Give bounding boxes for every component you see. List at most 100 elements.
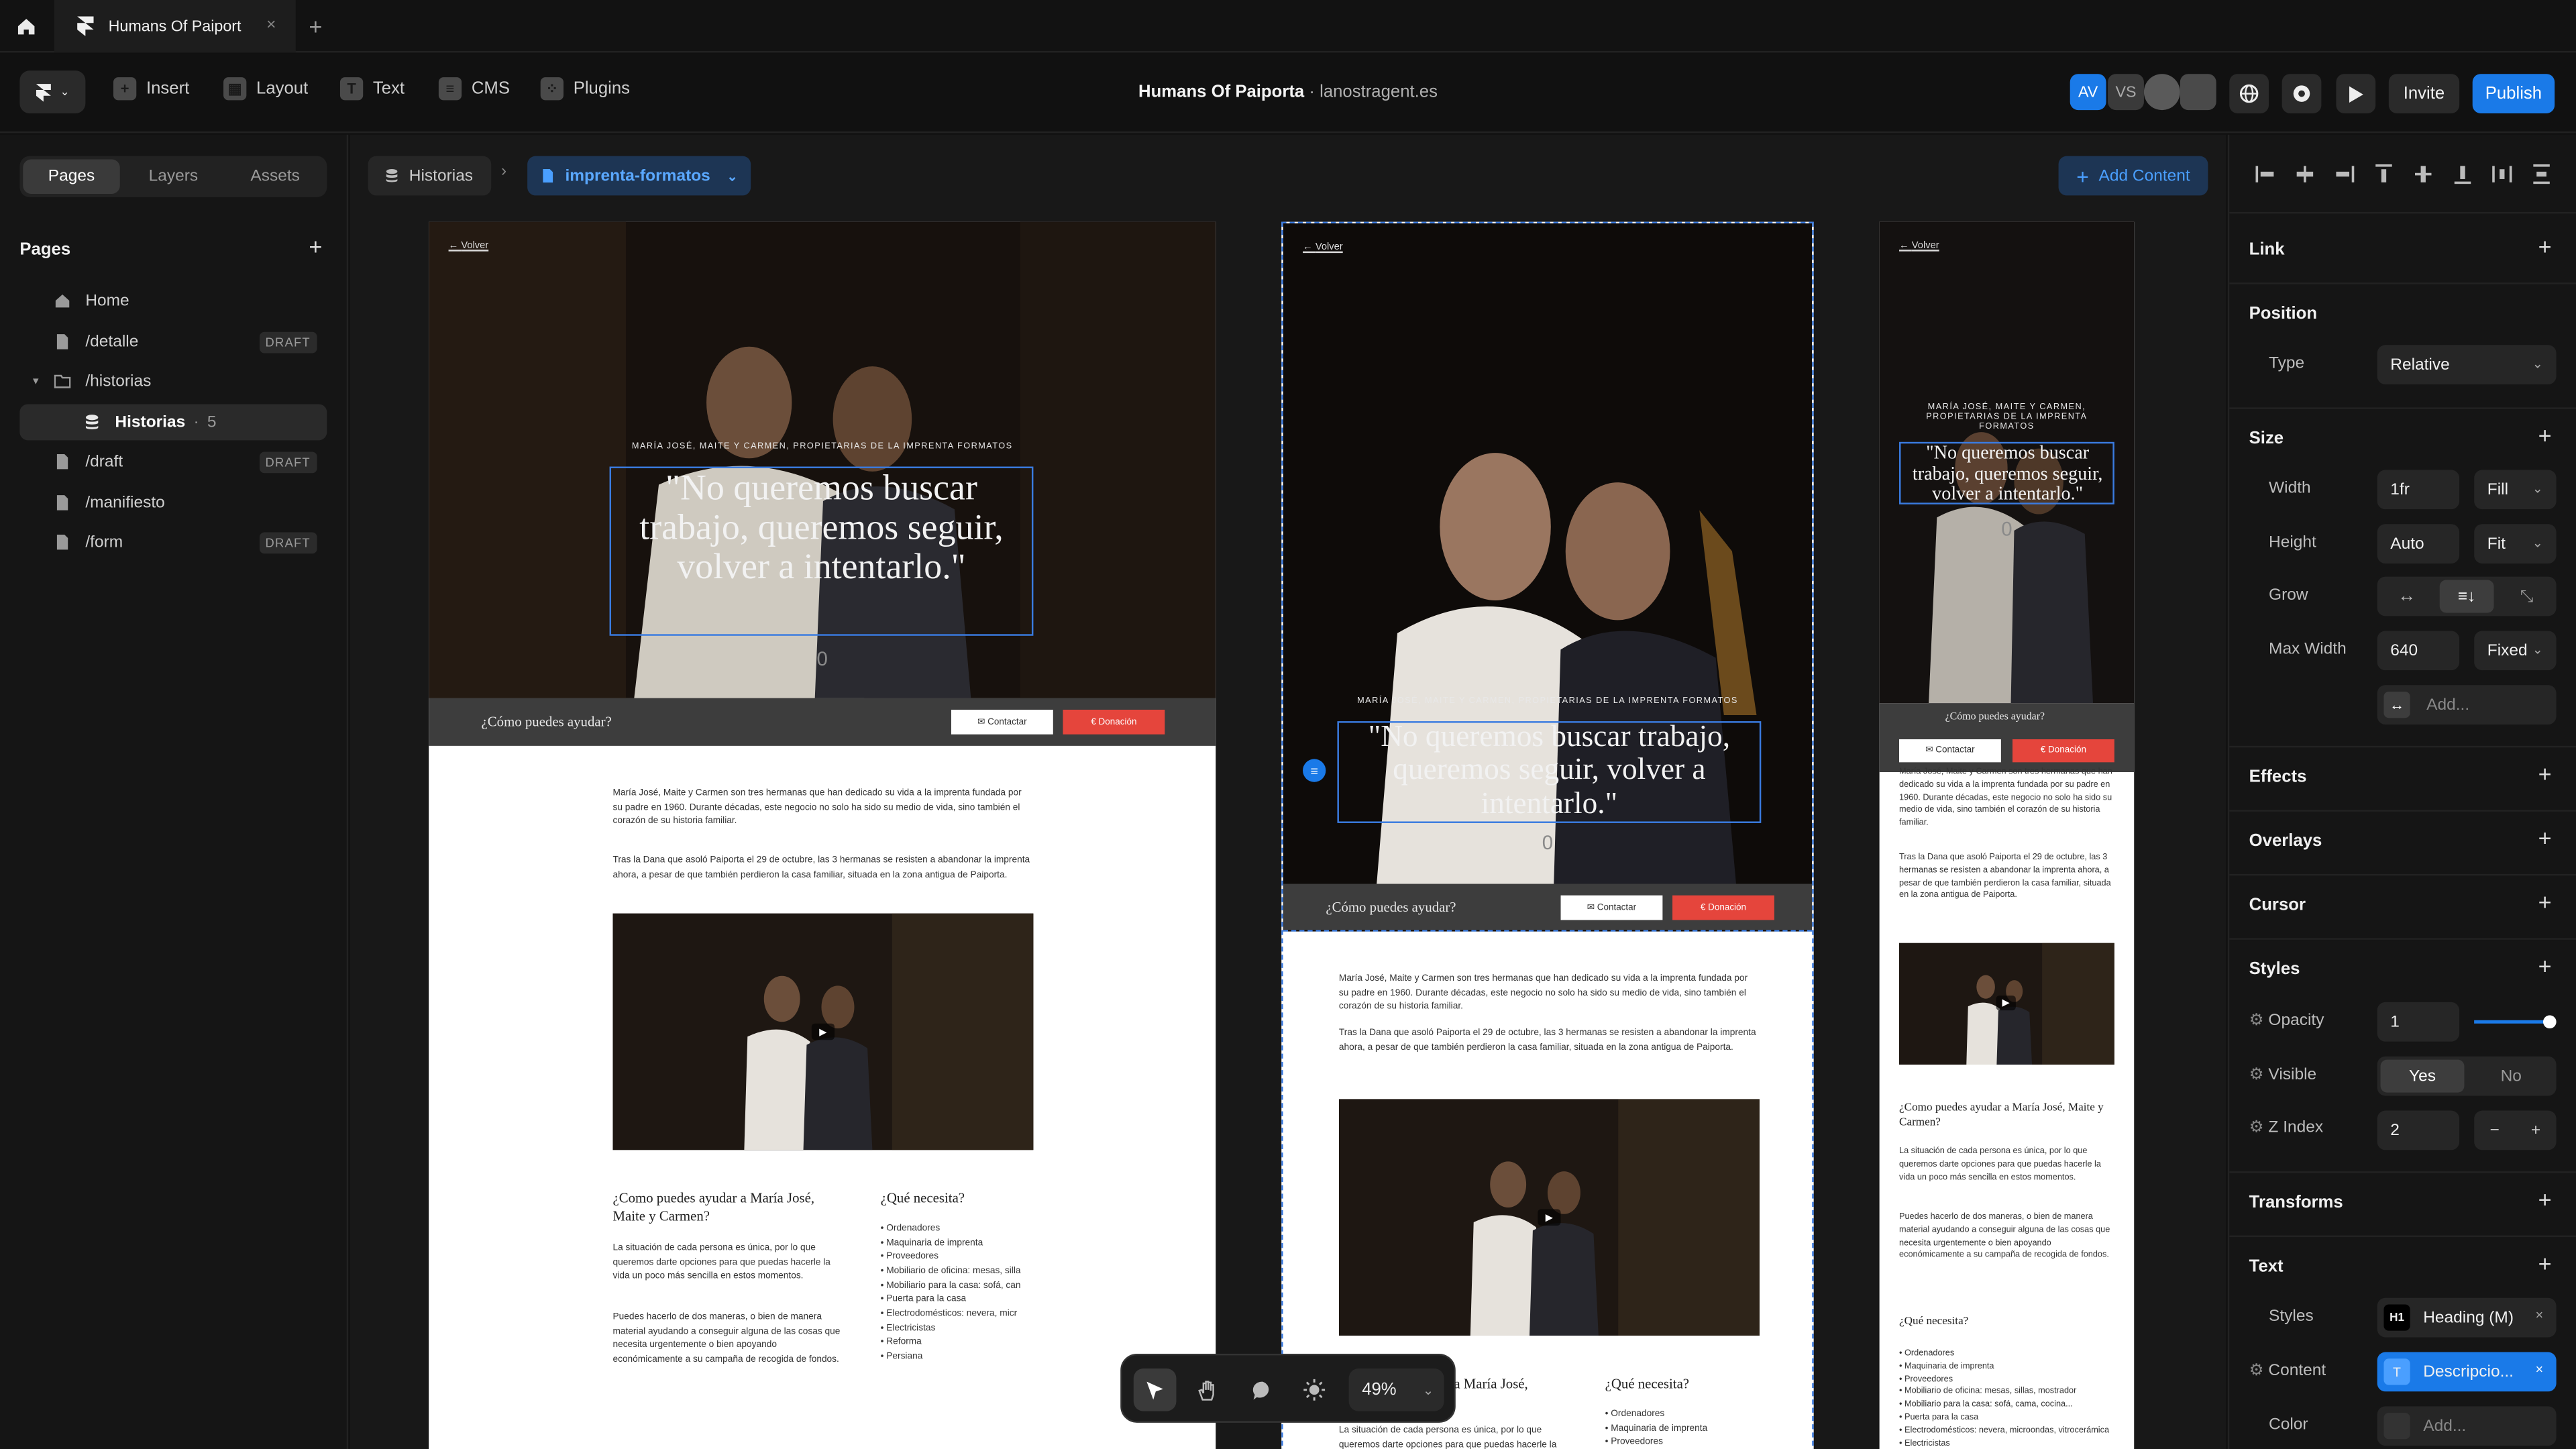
project-name: Humans Of Paiporta — [1138, 82, 1305, 102]
play-icon[interactable]: ▶ — [1996, 996, 2016, 1011]
increment-button[interactable]: + — [2515, 1111, 2556, 1150]
align-left-icon[interactable] — [2255, 164, 2275, 184]
page-item-historias-folder[interactable]: ▾ /historias — [19, 363, 327, 399]
page-item-draft[interactable]: /draft DRAFT — [19, 443, 327, 480]
new-tab-button[interactable]: + — [309, 13, 322, 40]
back-link[interactable]: ← Volver — [1303, 243, 1343, 253]
add-content-button[interactable]: + Add Content — [2058, 156, 2208, 196]
z-index-input[interactable]: 2 — [2377, 1110, 2460, 1150]
avatar[interactable] — [2180, 74, 2216, 111]
invite-button[interactable]: Invite — [2388, 74, 2460, 113]
align-middle-icon[interactable] — [2414, 164, 2433, 184]
page-item-detalle[interactable]: /detalle DRAFT — [19, 323, 327, 360]
close-tab-icon[interactable]: × — [266, 16, 276, 34]
color-field[interactable]: Add... — [2377, 1406, 2557, 1446]
add-transform-button[interactable]: + — [2538, 1186, 2552, 1212]
back-link[interactable]: ← Volver — [1899, 241, 1939, 252]
add-style-button[interactable]: + — [2538, 953, 2552, 979]
globe-button[interactable] — [2229, 74, 2269, 113]
donate-button[interactable]: € Donación — [2012, 739, 2114, 763]
max-width-input[interactable]: 640 — [2377, 631, 2460, 671]
visible-yes-option[interactable]: Yes — [2380, 1059, 2465, 1093]
avatar[interactable]: VS — [2108, 74, 2144, 111]
tablet-breakpoint-frame[interactable]: ← Volver MARÍA JOSÉ, MAITE Y CARMEN, PRO… — [1281, 221, 1814, 1449]
remove-icon[interactable]: × — [2536, 1307, 2543, 1322]
add-size-button[interactable]: + — [2538, 422, 2552, 448]
phone-breakpoint-frame[interactable]: ← Volver MARÍA JOSÉ, MAITE Y CARMEN, PRO… — [1879, 221, 2135, 1449]
document-tab[interactable]: Humans Of Paiport × — [54, 0, 296, 53]
page-icon — [56, 453, 68, 470]
height-mode-select[interactable]: Fit ⌄ — [2474, 524, 2557, 564]
breadcrumb-parent[interactable]: Historias — [368, 156, 492, 196]
donate-button[interactable]: € Donación — [1063, 709, 1165, 735]
play-icon[interactable]: ▶ — [811, 1023, 835, 1040]
remove-icon[interactable]: × — [2536, 1362, 2543, 1377]
opacity-slider-knob[interactable] — [2543, 1015, 2557, 1029]
width-label: Width — [2269, 480, 2311, 498]
width-mode-select[interactable]: Fill ⌄ — [2474, 470, 2557, 510]
selection-outline — [1899, 441, 2114, 504]
zoom-select[interactable]: 49% ⌄ — [1348, 1368, 1444, 1411]
position-type-select[interactable]: Relative ⌄ — [2377, 345, 2557, 385]
avatar[interactable]: AV — [2070, 74, 2106, 111]
theme-toggle-button[interactable] — [1293, 1368, 1336, 1411]
align-right-icon[interactable] — [2334, 164, 2355, 184]
height-input[interactable]: Auto — [2377, 524, 2460, 564]
decrement-button[interactable]: − — [2474, 1111, 2515, 1150]
add-cursor-button[interactable]: + — [2538, 889, 2552, 915]
visible-no-option[interactable]: No — [2469, 1060, 2553, 1093]
page-item-historias-collection[interactable]: Historias · 5 — [19, 404, 327, 441]
comment-tool-button[interactable] — [1240, 1368, 1283, 1411]
content-variable-field[interactable]: T Descripcio... × — [2377, 1352, 2557, 1392]
page-item-home[interactable]: Home — [19, 282, 327, 319]
preview-button[interactable] — [2336, 74, 2376, 113]
video-player[interactable]: ▶ — [612, 913, 1034, 1150]
distribute-vertical-icon[interactable] — [2532, 164, 2551, 184]
desktop-breakpoint-frame[interactable]: ← Volver MARÍA JOSÉ, MAITE Y CARMEN, PRO… — [429, 221, 1216, 1449]
grow-vertical-icon[interactable]: ≡↓ — [2439, 580, 2494, 613]
max-width-mode-select[interactable]: Fixed ⌄ — [2474, 631, 2557, 671]
contact-button[interactable]: ✉ Contactar — [1899, 739, 2001, 763]
donate-button[interactable]: € Donación — [1672, 895, 1774, 920]
add-effect-button[interactable]: + — [2538, 761, 2552, 787]
add-page-button[interactable]: + — [309, 233, 322, 260]
page-item-manifiesto[interactable]: /manifiesto — [19, 484, 327, 521]
contact-button[interactable]: ✉ Contactar — [951, 709, 1053, 735]
chevron-down-icon[interactable]: ▾ — [33, 374, 39, 388]
back-link[interactable]: ← Volver — [449, 241, 489, 252]
distribute-horizontal-icon[interactable] — [2492, 164, 2512, 184]
tab-layers[interactable]: Layers — [125, 160, 221, 194]
add-constraint-field[interactable]: ↔ Add... — [2377, 685, 2557, 725]
breadcrumb-current[interactable]: imprenta-formatos ⌄ — [527, 156, 751, 196]
transforms-section-title: Transforms — [2249, 1192, 2343, 1213]
stack-handle-icon[interactable]: ≡ — [1303, 759, 1326, 782]
grow-horizontal-icon[interactable]: ↔ — [2377, 577, 2436, 616]
align-center-h-icon[interactable] — [2295, 164, 2314, 184]
video-player[interactable]: ▶ — [1338, 1099, 1760, 1336]
align-top-icon[interactable] — [2374, 164, 2394, 184]
text-section-title: Text — [2249, 1256, 2284, 1277]
text-style-select[interactable]: H1 Heading (M) × — [2377, 1297, 2557, 1338]
tab-assets[interactable]: Assets — [227, 160, 323, 194]
page-item-form[interactable]: /form DRAFT — [19, 524, 327, 560]
contact-button[interactable]: ✉ Contactar — [1560, 895, 1663, 920]
needs-list: • Ordenadores • Maquinaria de imprenta •… — [881, 1222, 1037, 1364]
add-overlay-button[interactable]: + — [2538, 824, 2552, 851]
width-input[interactable]: 1fr — [2377, 470, 2460, 510]
design-canvas[interactable]: Historias › imprenta-formatos ⌄ + Add Co… — [350, 134, 2226, 1449]
add-link-button[interactable]: + — [2538, 233, 2552, 260]
settings-button[interactable] — [2282, 74, 2322, 113]
avatar[interactable] — [2143, 74, 2180, 111]
select-tool-button[interactable] — [1133, 1368, 1177, 1411]
publish-button[interactable]: Publish — [2472, 74, 2555, 113]
play-icon[interactable]: ▶ — [1538, 1209, 1561, 1226]
opacity-input[interactable]: 1 — [2377, 1002, 2460, 1042]
video-player[interactable]: ▶ — [1899, 943, 2114, 1065]
align-bottom-icon[interactable] — [2453, 164, 2472, 184]
opacity-slider-track[interactable] — [2474, 1015, 2557, 1029]
home-tab[interactable] — [0, 0, 52, 52]
tab-pages[interactable]: Pages — [23, 159, 120, 194]
add-text-style-button[interactable]: + — [2538, 1250, 2552, 1277]
hand-tool-button[interactable] — [1186, 1368, 1229, 1411]
grow-both-icon[interactable]: ⤡ — [2497, 577, 2556, 616]
